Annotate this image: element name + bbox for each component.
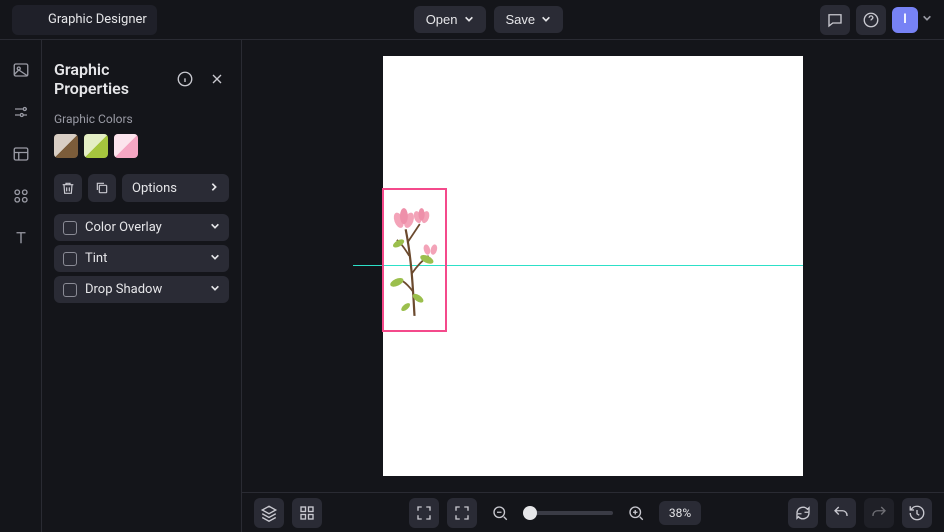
chevron-down-icon: [210, 282, 220, 297]
grid-view-button[interactable]: [292, 498, 322, 528]
color-swatch-2[interactable]: [84, 134, 108, 158]
history-button[interactable]: [902, 498, 932, 528]
app-menu[interactable]: Graphic Designer: [12, 5, 157, 35]
info-button[interactable]: [173, 67, 197, 91]
panel-title: Graphic Properties: [54, 60, 165, 98]
fullscreen-button[interactable]: [409, 498, 439, 528]
properties-panel: Graphic Properties Graphic Colors Option…: [42, 40, 242, 532]
refresh-button[interactable]: [788, 498, 818, 528]
components-tool[interactable]: [7, 182, 35, 210]
graphic-colors-label: Graphic Colors: [54, 112, 229, 126]
undo-button[interactable]: [826, 498, 856, 528]
photo-tool[interactable]: [7, 56, 35, 84]
prop-color-overlay[interactable]: Color Overlay: [54, 214, 229, 241]
layers-button[interactable]: [254, 498, 284, 528]
artboard[interactable]: [383, 56, 803, 476]
chevron-down-icon: [541, 12, 551, 27]
canvas-viewport[interactable]: [242, 40, 944, 492]
chevron-down-icon: [464, 12, 474, 27]
close-panel-button[interactable]: [205, 67, 229, 91]
user-menu-chevron[interactable]: [922, 12, 932, 27]
zoom-slider-handle[interactable]: [523, 506, 537, 520]
user-avatar[interactable]: I: [892, 7, 918, 33]
save-button[interactable]: Save: [494, 6, 564, 33]
flower-graphic: [388, 194, 441, 318]
chevron-down-icon: [210, 251, 220, 266]
delete-button[interactable]: [54, 174, 82, 202]
chevron-down-icon: [210, 220, 220, 235]
help-button[interactable]: [856, 5, 886, 35]
open-button[interactable]: Open: [414, 6, 486, 33]
zoom-percentage[interactable]: 38%: [659, 501, 701, 525]
text-tool[interactable]: [7, 224, 35, 252]
zoom-out-button[interactable]: [485, 498, 515, 528]
options-button[interactable]: Options: [122, 174, 229, 202]
comments-button[interactable]: [820, 5, 850, 35]
zoom-in-button[interactable]: [621, 498, 651, 528]
layout-tool[interactable]: [7, 140, 35, 168]
zoom-slider[interactable]: [523, 511, 613, 515]
fit-button[interactable]: [447, 498, 477, 528]
checkbox[interactable]: [63, 283, 77, 297]
hamburger-icon: [22, 9, 40, 31]
adjust-tool[interactable]: [7, 98, 35, 126]
color-swatch-3[interactable]: [114, 134, 138, 158]
checkbox[interactable]: [63, 252, 77, 266]
redo-button[interactable]: [864, 498, 894, 528]
color-swatch-1[interactable]: [54, 134, 78, 158]
prop-drop-shadow[interactable]: Drop Shadow: [54, 276, 229, 303]
checkbox[interactable]: [63, 221, 77, 235]
app-title: Graphic Designer: [48, 12, 147, 27]
duplicate-button[interactable]: [88, 174, 116, 202]
prop-tint[interactable]: Tint: [54, 245, 229, 272]
selected-graphic[interactable]: [382, 188, 447, 332]
chevron-right-icon: [209, 181, 219, 196]
tool-rail: [0, 40, 42, 532]
